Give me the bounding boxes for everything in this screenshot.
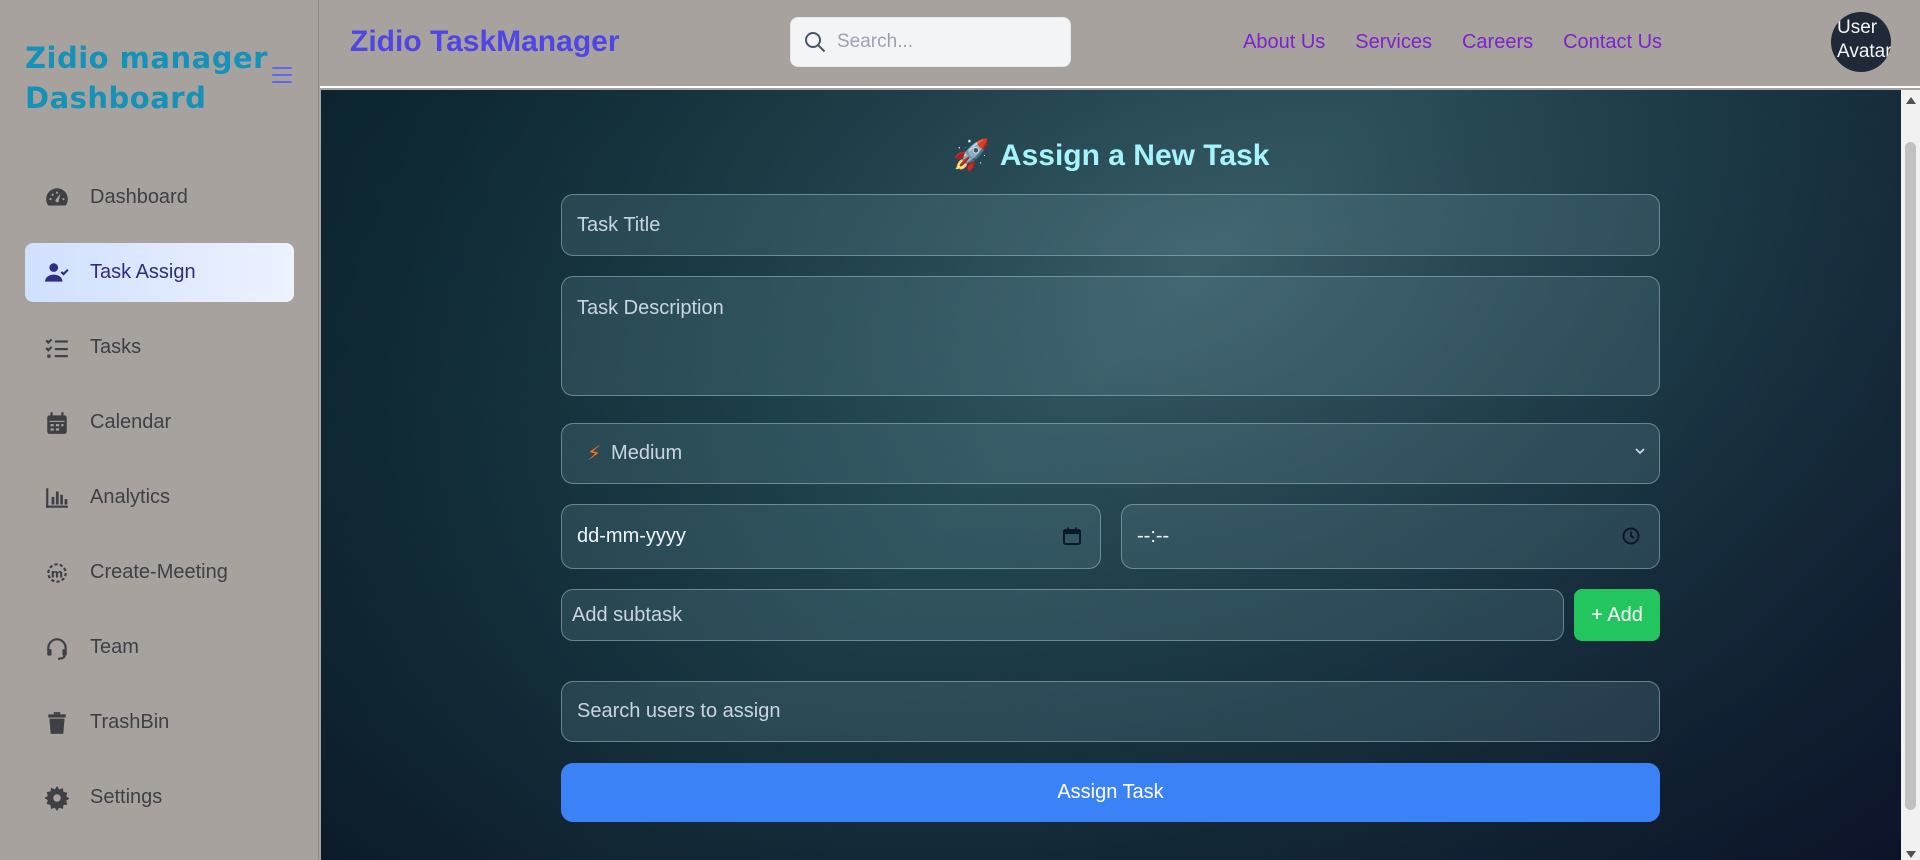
assign-users-search-input[interactable]: Search users to assign <box>561 681 1660 742</box>
sidebar-item-team[interactable]: Team <box>25 618 294 677</box>
assign-task-button[interactable]: Assign Task <box>561 763 1660 822</box>
gauge-icon <box>44 185 70 211</box>
chevron-down-icon <box>1635 448 1645 455</box>
date-value: dd-mm-yyyy <box>577 525 686 547</box>
avatar[interactable]: User Avatar <box>1831 12 1891 72</box>
sidebar-item-label: Settings <box>90 786 163 808</box>
list-check-icon <box>44 335 70 361</box>
scroll-up-icon[interactable] <box>1906 97 1916 104</box>
sidebar-item-label: Dashboard <box>90 186 188 208</box>
hamburger-menu-icon[interactable] <box>272 66 292 84</box>
sidebar-item-task-assign[interactable]: Task Assign <box>25 243 294 302</box>
scrollbar-thumb[interactable] <box>1905 142 1916 810</box>
brand-line-2: Dashboard <box>25 81 207 115</box>
bar-chart-icon <box>44 485 70 511</box>
sidebar-item-label: Create-Meeting <box>90 561 228 583</box>
sidebar-item-label: TrashBin <box>90 711 170 733</box>
sidebar-item-settings[interactable]: Settings <box>25 768 294 827</box>
headset-icon <box>44 635 70 661</box>
sidebar-item-label: Calendar <box>90 411 172 433</box>
sidebar-nav: Dashboard Task Assign Tasks Calendar Ana… <box>25 168 294 843</box>
sidebar-item-analytics[interactable]: Analytics <box>25 468 294 527</box>
link-services[interactable]: Services <box>1355 31 1432 54</box>
sidebar-item-label: Team <box>90 636 139 658</box>
rocket-icon: 🚀 <box>952 139 990 172</box>
sidebar-item-label: Analytics <box>90 486 171 508</box>
sidebar-item-create-meeting[interactable]: m Create-Meeting <box>25 543 294 602</box>
due-time-input[interactable]: --:-- <box>1121 504 1660 569</box>
sidebar: Zidio manager Dashboard Dashboard Task A… <box>0 0 319 860</box>
sidebar-item-calendar[interactable]: Calendar <box>25 393 294 452</box>
time-value: --:-- <box>1137 525 1170 547</box>
gear-icon <box>44 785 70 811</box>
scroll-down-icon[interactable] <box>1906 851 1916 858</box>
app-title: Zidio TaskManager <box>350 25 620 58</box>
brand-title: Zidio manager Dashboard <box>25 38 275 118</box>
calendar-icon <box>44 410 70 436</box>
task-description-placeholder: Task Description <box>577 297 724 319</box>
subtask-placeholder: Add subtask <box>572 603 683 626</box>
task-title-placeholder: Task Title <box>577 213 661 236</box>
svg-text:m: m <box>51 566 63 580</box>
link-careers[interactable]: Careers <box>1462 31 1533 54</box>
sidebar-item-trashbin[interactable]: TrashBin <box>25 693 294 752</box>
scrollbar[interactable] <box>1901 90 1920 860</box>
main-content: 🚀 Assign a New Task Task Title Task Descr… <box>321 90 1901 860</box>
top-nav: About Us Services Careers Contact Us <box>1243 31 1692 54</box>
form-title-text: Assign a New Task <box>999 139 1270 172</box>
subtask-input[interactable]: Add subtask <box>561 589 1564 641</box>
calendar-picker-icon[interactable] <box>1062 526 1082 546</box>
link-about-us[interactable]: About Us <box>1243 31 1325 54</box>
form-title: 🚀 Assign a New Task <box>321 138 1901 173</box>
meeting-icon: m <box>44 560 70 586</box>
sidebar-item-tasks[interactable]: Tasks <box>25 318 294 377</box>
lightning-icon: ⚡ <box>587 443 602 465</box>
search-input[interactable] <box>837 31 1057 53</box>
task-description-textarea[interactable]: Task Description <box>561 276 1660 396</box>
clock-icon[interactable] <box>1621 526 1641 546</box>
due-date-input[interactable]: dd-mm-yyyy <box>561 504 1101 569</box>
top-header: Zidio TaskManager About Us Services Care… <box>320 0 1920 88</box>
add-subtask-button[interactable]: + Add <box>1574 589 1660 641</box>
user-check-icon <box>44 260 70 286</box>
search-box[interactable] <box>790 17 1071 67</box>
brand-line-1: Zidio manager <box>25 41 268 75</box>
task-title-input[interactable]: Task Title <box>561 194 1660 256</box>
sidebar-item-label: Task Assign <box>90 261 196 283</box>
sidebar-item-dashboard[interactable]: Dashboard <box>25 168 294 227</box>
sidebar-item-label: Tasks <box>90 336 142 358</box>
users-placeholder: Search users to assign <box>577 700 781 722</box>
priority-select[interactable]: ⚡ Medium <box>561 423 1660 484</box>
search-icon <box>805 32 826 53</box>
priority-value: Medium <box>611 442 683 464</box>
link-contact-us[interactable]: Contact Us <box>1563 31 1662 54</box>
trash-icon <box>44 710 70 736</box>
